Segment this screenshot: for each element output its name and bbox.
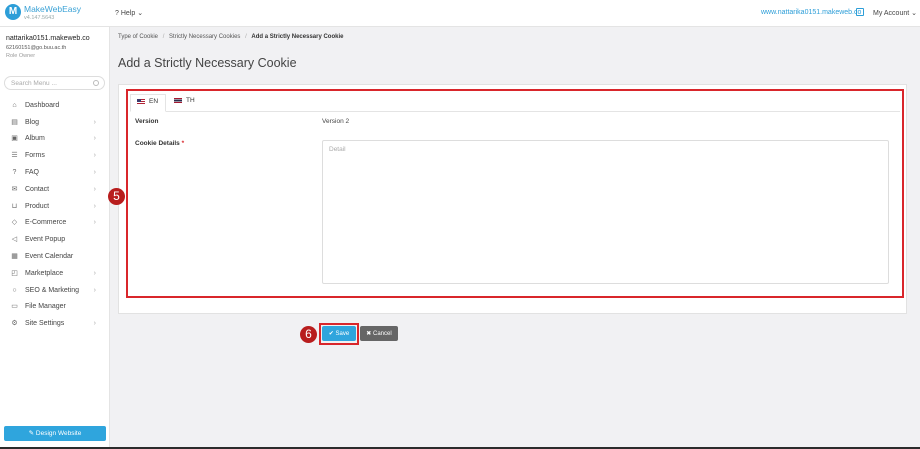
sidebar-item-album[interactable]: ▣ Album › <box>0 131 110 148</box>
cancel-button[interactable]: ✖ Cancel <box>360 326 398 341</box>
sidebar-item-product[interactable]: ⊔ Product › <box>0 198 110 215</box>
my-account-label: My Account <box>873 10 910 17</box>
sidebar-item-label: Blog <box>25 118 40 126</box>
cart-icon: ⊔ <box>11 202 18 210</box>
chevron-right-icon: › <box>93 185 96 193</box>
question-icon: ? <box>12 169 17 177</box>
sidebar-item-label: E-Commerce <box>25 219 67 227</box>
design-website-button[interactable]: ✎ Design Website <box>4 426 106 441</box>
sidebar-item-label: Dashboard <box>25 101 60 109</box>
chevron-right-icon: › <box>93 286 96 294</box>
breadcrumb-type-of-cookie[interactable]: Type of Cookie <box>118 34 158 40</box>
chevron-down-icon: ⌄ <box>911 10 918 17</box>
chevron-right-icon: › <box>93 118 96 126</box>
sidebar-item-event-popup[interactable]: ◁ Event Popup <box>0 231 110 248</box>
step-badge-5: 5 <box>108 188 125 205</box>
page-title: Add a Strictly Necessary Cookie <box>118 56 297 70</box>
search-icon[interactable] <box>93 80 99 86</box>
sidebar-item-marketplace[interactable]: ◰ Marketplace › <box>0 265 110 282</box>
app-version: v4.147.5643 <box>24 15 55 21</box>
cancel-label: Cancel <box>373 331 392 337</box>
sidebar-item-label: File Manager <box>25 303 66 311</box>
sidebar-item-file-manager[interactable]: ▭ File Manager <box>0 299 110 316</box>
sidebar-menu: ⌂ Dashboard ▤ Blog › ▣ Album › ☰ Forms ›… <box>0 97 110 332</box>
mail-icon: ✉ <box>11 185 18 193</box>
tag-icon: ◇ <box>11 219 18 227</box>
chevron-right-icon: › <box>93 202 96 210</box>
sidebar-item-label: Forms <box>25 152 45 160</box>
search-menu <box>4 76 105 90</box>
document-icon: ▤ <box>11 118 18 126</box>
chevron-right-icon: › <box>93 320 96 328</box>
calendar-icon: ▦ <box>11 253 18 261</box>
chevron-right-icon: › <box>93 269 96 277</box>
app-title: MakeWebEasy <box>24 4 82 14</box>
sidebar: nattarika0151.makeweb.co 62160151@go.buu… <box>0 27 110 449</box>
sidebar-item-contact[interactable]: ✉ Contact › <box>0 181 110 198</box>
sidebar-item-seo-marketing[interactable]: ○ SEO & Marketing › <box>0 282 110 299</box>
sidebar-item-faq[interactable]: ? FAQ › <box>0 164 110 181</box>
edit-icon[interactable] <box>856 8 864 16</box>
sidebar-item-label: FAQ <box>25 169 40 177</box>
help-label: Help <box>120 10 136 17</box>
user-email: 62160151@go.buu.ac.th <box>6 45 67 51</box>
list-icon: ☰ <box>11 152 18 160</box>
bag-icon: ◰ <box>11 269 18 277</box>
search-input[interactable] <box>5 77 90 89</box>
pencil-icon: ✎ <box>28 430 35 437</box>
search-icon: ○ <box>12 286 17 294</box>
chevron-right-icon: › <box>93 135 96 143</box>
sidebar-item-ecommerce[interactable]: ◇ E-Commerce › <box>0 215 110 232</box>
sidebar-item-forms[interactable]: ☰ Forms › <box>0 147 110 164</box>
breadcrumb-separator: / <box>162 34 165 40</box>
user-name: nattarika0151.makeweb.co <box>6 35 90 42</box>
help-icon: ? <box>115 10 119 17</box>
my-account-menu[interactable]: My Account ⌄ <box>873 9 917 17</box>
close-icon: ✖ <box>366 331 372 337</box>
help-menu[interactable]: ? Help ⌄ <box>115 9 143 17</box>
top-bar: M MakeWebEasy v4.147.5643 ? Help ⌄ www.n… <box>0 0 920 27</box>
sidebar-item-label: Product <box>25 202 50 210</box>
breadcrumb: Type of Cookie / Strictly Necessary Cook… <box>118 34 343 40</box>
sidebar-item-site-settings[interactable]: ⚙ Site Settings › <box>0 315 110 332</box>
step-badge-6: 6 <box>300 326 317 343</box>
design-website-label: Design Website <box>35 430 82 437</box>
megaphone-icon: ◁ <box>11 236 18 244</box>
chevron-right-icon: › <box>93 169 96 177</box>
sidebar-item-label: Event Calendar <box>25 253 74 261</box>
chevron-right-icon: › <box>93 152 96 160</box>
chevron-right-icon: › <box>93 219 96 227</box>
image-icon: ▣ <box>11 135 18 143</box>
breadcrumb-strictly-necessary[interactable]: Strictly Necessary Cookies <box>169 34 240 40</box>
sidebar-item-event-calendar[interactable]: ▦ Event Calendar <box>0 248 110 265</box>
sidebar-item-label: Album <box>25 135 45 143</box>
sidebar-item-dashboard[interactable]: ⌂ Dashboard <box>0 97 110 114</box>
highlight-box-step5 <box>126 89 904 298</box>
user-role: Role Owner <box>6 53 36 59</box>
home-icon: ⌂ <box>12 101 17 109</box>
breadcrumb-current: Add a Strictly Necessary Cookie <box>251 34 344 40</box>
sidebar-item-label: Site Settings <box>25 320 65 328</box>
breadcrumb-separator: / <box>245 34 247 40</box>
chevron-down-icon: ⌄ <box>137 10 144 17</box>
highlight-box-step6 <box>319 323 359 345</box>
logo-icon[interactable]: M <box>5 4 21 20</box>
gear-icon: ⚙ <box>11 320 18 328</box>
sidebar-item-label: Event Popup <box>25 236 66 244</box>
sidebar-item-label: Contact <box>25 185 50 193</box>
sidebar-item-blog[interactable]: ▤ Blog › <box>0 114 110 131</box>
folder-icon: ▭ <box>11 303 18 311</box>
site-link[interactable]: www.nattarika0151.makeweb.co <box>761 9 861 16</box>
sidebar-item-label: Marketplace <box>25 269 64 277</box>
sidebar-item-label: SEO & Marketing <box>25 286 80 294</box>
